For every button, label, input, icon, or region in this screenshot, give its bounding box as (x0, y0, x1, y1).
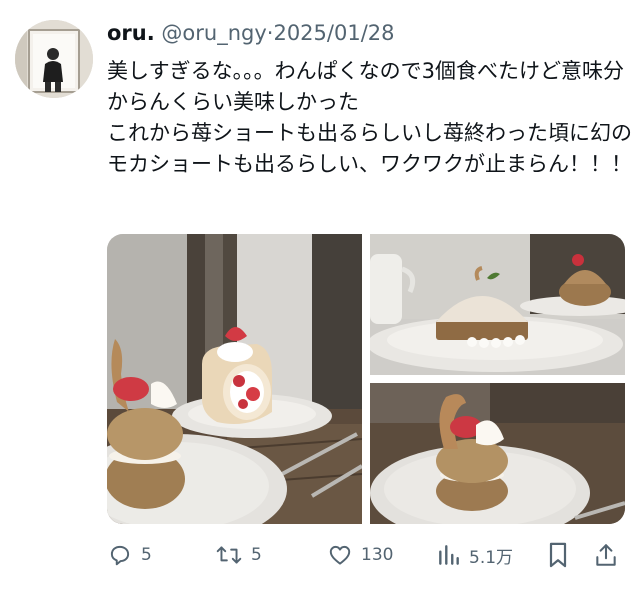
tweet-text: 美しすぎるな。。。わんぱくなので3個食べたけど意味分からんくらい美味しかった こ… (107, 59, 632, 176)
view-count: 5.1万 (469, 547, 514, 568)
like-icon (329, 545, 351, 565)
share-button[interactable] (594, 535, 618, 575)
media-grid (107, 234, 625, 524)
reply-count: 5 (141, 545, 152, 565)
avatar[interactable] (15, 20, 93, 98)
user-handle[interactable]: @oru_ngy (161, 21, 266, 45)
bookmark-button[interactable] (546, 535, 570, 575)
retweet-button[interactable]: 5 (215, 535, 262, 575)
views-icon (439, 545, 459, 565)
retweet-icon (216, 546, 242, 564)
photo-dome-cake[interactable] (370, 234, 625, 375)
photo-roll-cake[interactable] (107, 234, 362, 524)
photo-swan-puff[interactable] (370, 383, 625, 524)
views-button[interactable]: 5.1万 (437, 535, 513, 575)
bookmark-icon (549, 542, 567, 568)
display-name[interactable]: oru. (107, 21, 155, 45)
share-icon (596, 544, 616, 566)
retweet-count: 5 (251, 545, 262, 565)
like-button[interactable]: 130 (327, 535, 393, 575)
tweet-header: oru. @oru_ngy·2025/01/28 (107, 18, 395, 48)
reply-icon (110, 545, 130, 566)
tweet-date[interactable]: 2025/01/28 (273, 21, 394, 45)
like-count: 130 (361, 545, 394, 565)
reply-button[interactable]: 5 (107, 535, 152, 575)
action-bar: 5 5 130 5.1万 (0, 535, 640, 575)
